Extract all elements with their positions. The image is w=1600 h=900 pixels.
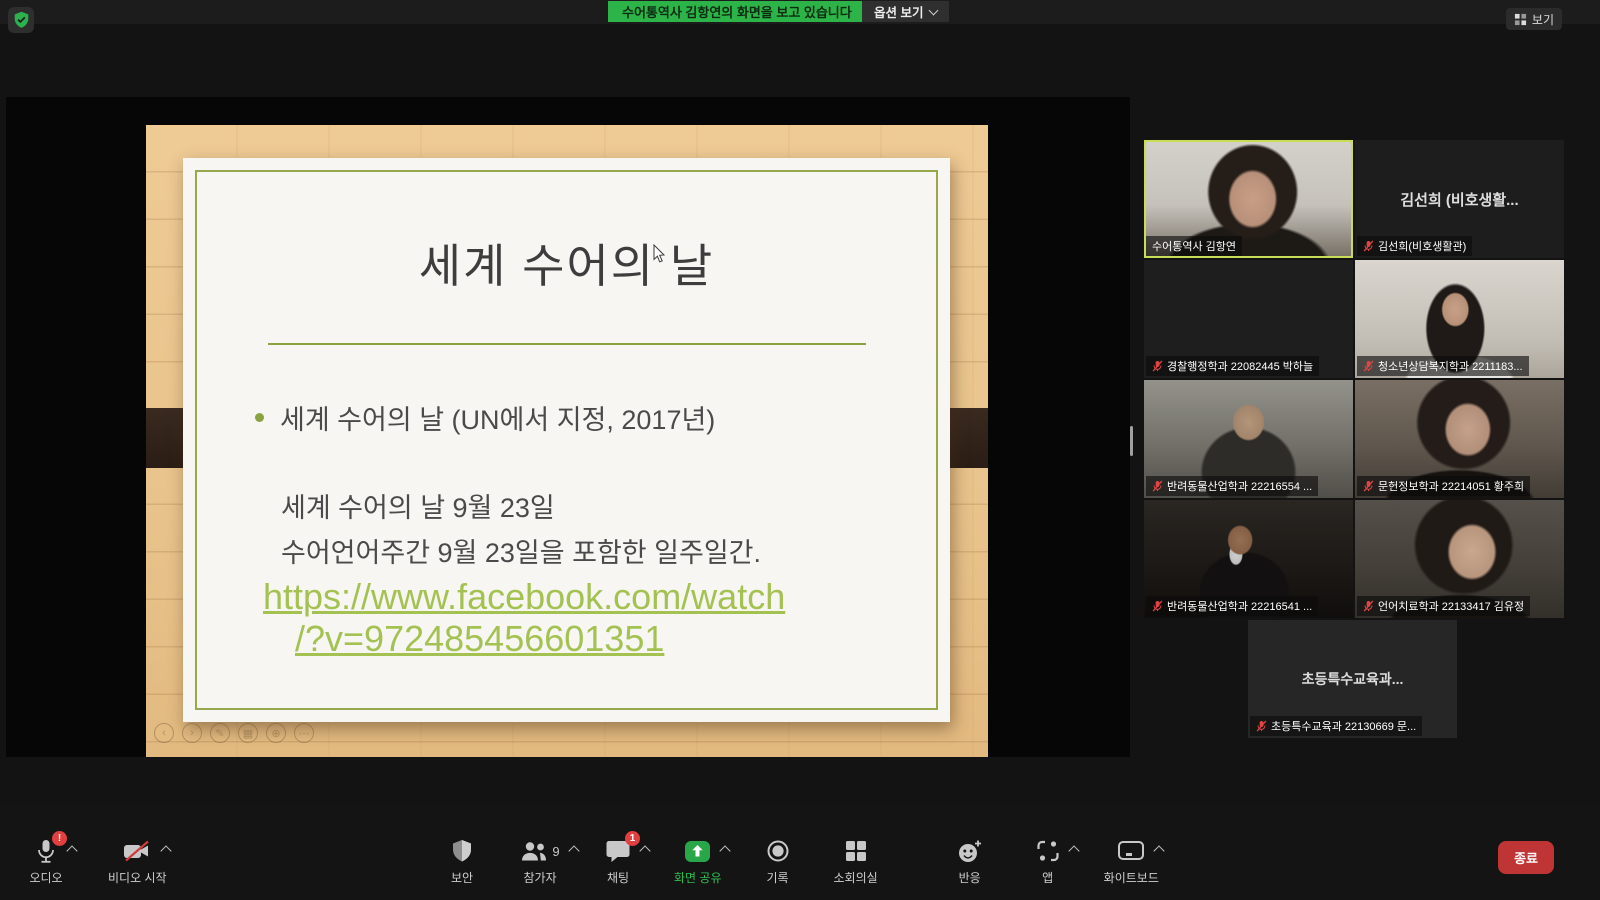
grid-icon: ▦ xyxy=(238,723,258,743)
more-icon: ⋯ xyxy=(294,723,314,743)
audio-options-chevron[interactable] xyxy=(66,845,77,856)
slide-link-line1: https://www.facebook.com/watch xyxy=(263,576,785,618)
reactions-icon xyxy=(957,839,983,864)
record-icon xyxy=(766,839,790,863)
participants-icon xyxy=(520,839,548,863)
whiteboard-button[interactable]: 화이트보드 xyxy=(1104,838,1159,886)
muted-mic-icon xyxy=(1363,480,1374,492)
shared-screen-stage: 세계 수어의 날 세계 수어의 날 (UN에서 지정, 2017년) 세계 수어… xyxy=(6,97,1130,757)
participant-tile-video-off[interactable]: 김선희 (비호생활... 김선희(비호생활관) xyxy=(1355,140,1564,258)
share-options-chevron[interactable] xyxy=(720,845,731,856)
participant-tile-video-off[interactable]: 초등특수교육과... 초등특수교육과 22130669 문... xyxy=(1248,620,1457,738)
participant-tile[interactable]: 언어치료학과 22133417 김유정 xyxy=(1355,500,1564,618)
participant-tile[interactable]: 반려동물산업학과 22216554 ... xyxy=(1144,380,1353,498)
next-slide-icon: › xyxy=(182,723,202,743)
apps-icon xyxy=(1036,839,1060,863)
participant-tile[interactable]: 청소년상담복지학과 2211183... xyxy=(1355,260,1564,378)
participant-name-label: 반려동물산업학과 22216554 ... xyxy=(1146,476,1318,496)
mouse-cursor-icon xyxy=(653,244,667,269)
panel-resize-handle[interactable] xyxy=(1130,426,1133,456)
chat-unread-badge: 1 xyxy=(625,831,640,846)
start-video-button[interactable]: 비디오 시작 xyxy=(108,838,167,886)
pen-icon: ✎ xyxy=(210,723,230,743)
participants-count: 9 xyxy=(552,844,559,859)
record-button[interactable]: 기록 xyxy=(756,838,800,886)
slide-divider-line xyxy=(268,343,866,345)
muted-mic-icon xyxy=(1152,600,1163,612)
muted-mic-icon xyxy=(1363,600,1374,612)
participant-tile-interpreter[interactable]: 수어통역사 김항연 xyxy=(1144,140,1353,258)
participants-button[interactable]: 9 참가자 xyxy=(518,838,562,886)
slide-title: 세계 수어의 날 xyxy=(183,230,950,296)
breakout-rooms-button[interactable]: 소회의실 xyxy=(834,838,878,886)
muted-mic-icon xyxy=(1256,720,1267,732)
view-button[interactable]: 보기 xyxy=(1506,8,1562,30)
slide-body-line2: 수어언어주간 9월 23일을 포함한 일주일간. xyxy=(281,531,761,570)
apps-button[interactable]: 앱 xyxy=(1026,838,1070,886)
audio-button[interactable]: ! 오디오 xyxy=(24,838,68,886)
share-screen-button[interactable]: 화면 공유 xyxy=(674,838,722,886)
muted-mic-icon xyxy=(1152,480,1163,492)
prev-slide-icon: ‹ xyxy=(154,723,174,743)
participant-name-label: 반려동물산업학과 22216541 ... xyxy=(1146,596,1318,616)
view-options-button[interactable]: 옵션 보기 xyxy=(862,1,949,22)
participant-name-label: 초등특수교육과 22130669 문... xyxy=(1250,716,1422,736)
bullet-dot-icon xyxy=(255,413,264,422)
slide-bullet-item: 세계 수어의 날 (UN에서 지정, 2017년) xyxy=(255,398,715,437)
security-button[interactable]: 보안 xyxy=(440,838,484,886)
whiteboard-options-chevron[interactable] xyxy=(1154,845,1165,856)
participant-name-label: 언어치료학과 22133417 김유정 xyxy=(1357,596,1530,616)
participant-tile[interactable]: 반려동물산업학과 22216541 ... xyxy=(1144,500,1353,618)
participant-tile[interactable]: 문헌정보학과 22214051 황주희 xyxy=(1355,380,1564,498)
zoom-meeting-window: 수어통역사 김항연의 화면을 보고 있습니다 옵션 보기 보기 세계 수어의 날… xyxy=(0,0,1600,900)
apps-options-chevron[interactable] xyxy=(1068,845,1079,856)
camera-off-icon xyxy=(122,839,152,863)
zoom-icon: ⊕ xyxy=(266,723,286,743)
slide-link-line2: /?v=972485456601351 xyxy=(295,618,664,660)
audio-alert-badge: ! xyxy=(52,831,67,846)
chat-button[interactable]: 1 채팅 xyxy=(596,838,640,886)
end-meeting-button[interactable]: 종료 xyxy=(1498,841,1554,874)
chevron-down-icon xyxy=(929,5,939,15)
video-options-chevron[interactable] xyxy=(161,845,172,856)
participant-name-label: 김선희(비호생활관) xyxy=(1357,236,1472,256)
reactions-button[interactable]: 반응 xyxy=(948,838,992,886)
presentation-background: 세계 수어의 날 세계 수어의 날 (UN에서 지정, 2017년) 세계 수어… xyxy=(146,125,988,757)
viewing-screen-banner: 수어통역사 김항연의 화면을 보고 있습니다 xyxy=(608,1,866,22)
participant-tile[interactable]: 경찰행정학과 22082445 박하늘 xyxy=(1144,260,1353,378)
grid-view-icon xyxy=(1514,13,1527,26)
whiteboard-icon xyxy=(1117,839,1145,863)
presentation-slide: 세계 수어의 날 세계 수어의 날 (UN에서 지정, 2017년) 세계 수어… xyxy=(183,158,950,722)
muted-mic-icon xyxy=(1152,360,1163,372)
chat-options-chevron[interactable] xyxy=(639,845,650,856)
muted-mic-icon xyxy=(1363,240,1374,252)
participant-name-label: 문헌정보학과 22214051 황주희 xyxy=(1357,476,1530,496)
slide-body-line1: 세계 수어의 날 9월 23일 xyxy=(281,486,555,525)
share-screen-icon xyxy=(684,839,711,863)
breakout-rooms-icon xyxy=(844,839,868,863)
meeting-toolbar: ! 오디오 비디오 시작 보안 xyxy=(0,804,1600,900)
shield-icon xyxy=(451,839,473,863)
banner-text: 수어통역사 김항연의 화면을 보고 있습니다 xyxy=(622,2,852,21)
participant-name-label: 경찰행정학과 22082445 박하늘 xyxy=(1146,356,1319,376)
participant-name-label: 수어통역사 김항연 xyxy=(1146,236,1242,256)
muted-mic-icon xyxy=(1363,360,1374,372)
participant-name-label: 청소년상담복지학과 2211183... xyxy=(1357,356,1529,376)
slideshow-controls: ‹ › ✎ ▦ ⊕ ⋯ xyxy=(154,723,314,743)
participants-options-chevron[interactable] xyxy=(568,845,579,856)
encryption-shield-icon[interactable] xyxy=(8,7,34,33)
